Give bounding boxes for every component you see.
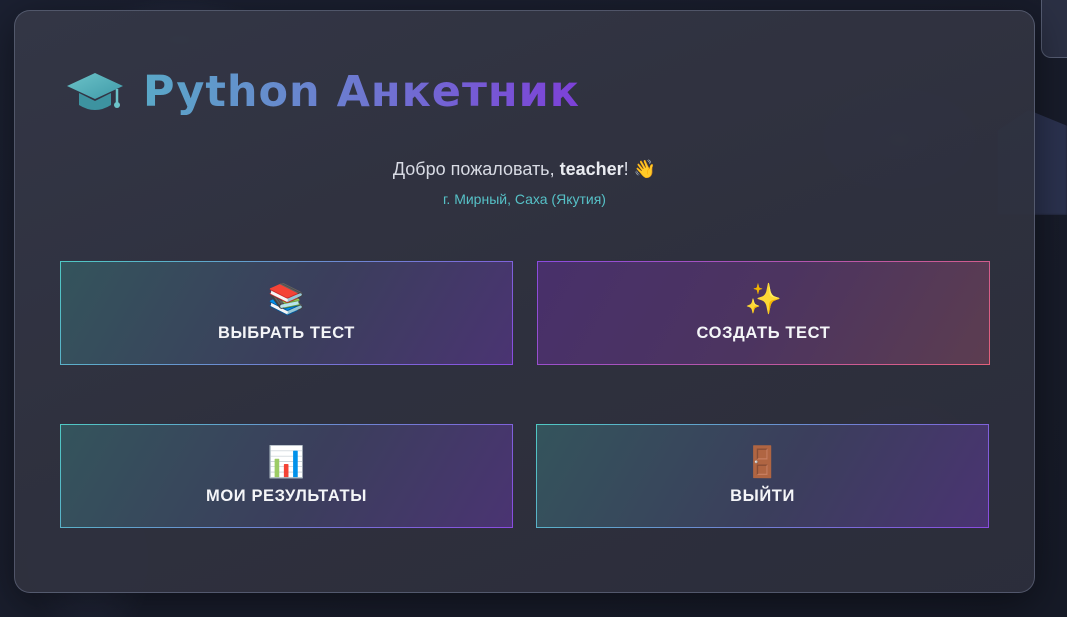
select-test-label: ВЫБРАТЬ ТЕСТ — [218, 323, 355, 342]
sparkles-icon: ✨ — [744, 281, 783, 317]
greeting-text: Добро пожаловать, — [392, 159, 560, 179]
username: teacher — [559, 159, 624, 179]
waving-hand-icon: 👋 — [633, 159, 657, 179]
welcome-message: Добро пожаловать, teacher! 👋 — [15, 159, 1034, 180]
corner-panel — [1041, 0, 1067, 58]
books-icon: 📚 — [267, 281, 306, 317]
create-test-label: СОЗДАТЬ ТЕСТ — [696, 323, 831, 342]
create-test-button[interactable]: ✨ СОЗДАТЬ ТЕСТ — [537, 261, 990, 365]
my-results-button[interactable]: 📊 МОИ РЕЗУЛЬТАТЫ — [60, 424, 513, 528]
my-results-label: МОИ РЕЗУЛЬТАТЫ — [206, 486, 367, 505]
logout-button[interactable]: 🚪 ВЫЙТИ — [536, 424, 989, 528]
bar-chart-icon: 📊 — [267, 444, 306, 480]
greeting-exclamation: ! — [623, 159, 629, 179]
logout-label: ВЫЙТИ — [730, 486, 795, 505]
page-title: Python Анкетник — [143, 67, 580, 117]
main-card: Python Анкетник Добро пожаловать, teache… — [14, 10, 1035, 593]
graduation-cap-icon — [67, 73, 123, 110]
select-test-button[interactable]: 📚 ВЫБРАТЬ ТЕСТ — [60, 261, 513, 365]
door-icon: 🚪 — [743, 444, 782, 480]
header: Python Анкетник — [65, 67, 580, 117]
location-text: г. Мирный, Саха (Якутия) — [443, 191, 606, 207]
